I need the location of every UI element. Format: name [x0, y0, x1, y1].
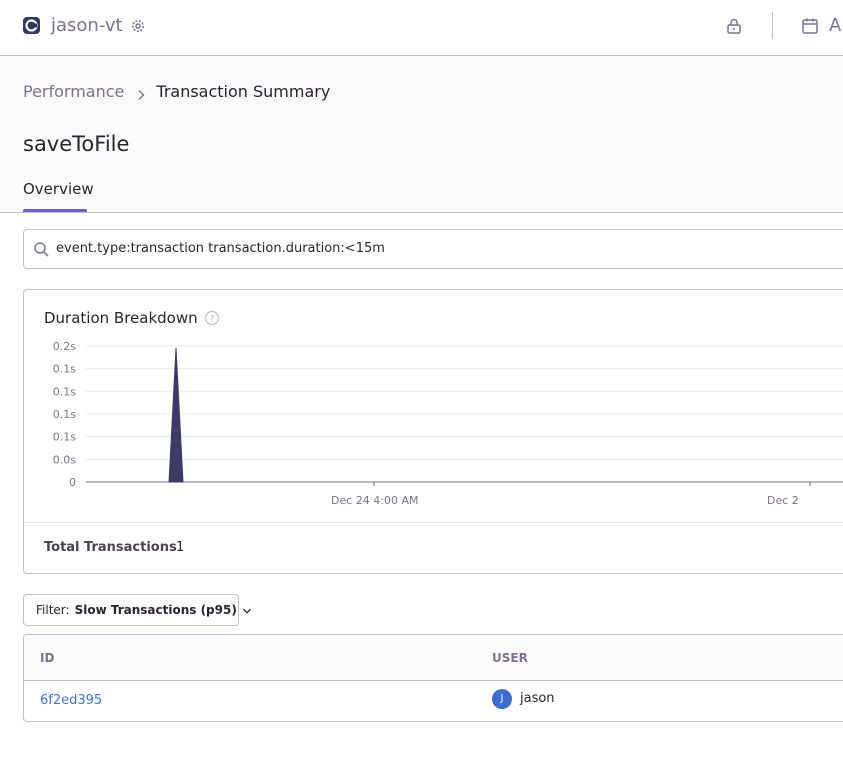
search-input[interactable]: event.type:transaction transaction.durat… — [23, 229, 843, 269]
x-axis-tick-label: Dec 24 4:00 AM — [331, 494, 419, 507]
total-transactions-value: 1 — [176, 540, 185, 555]
column-header-id[interactable]: ID — [40, 651, 54, 665]
page-title: saveToFile — [23, 132, 130, 156]
breadcrumb: Performance Transaction Summary — [23, 82, 330, 101]
panel-title: Duration Breakdown — [44, 309, 198, 327]
search-icon — [33, 241, 50, 258]
transactions-table: ID USER 6f2ed395 J jason — [23, 634, 843, 722]
gear-icon[interactable] — [130, 18, 146, 34]
filter-value: Slow Transactions (p95) — [74, 603, 237, 617]
chevron-right-icon — [136, 86, 146, 100]
breadcrumb-current: Transaction Summary — [156, 82, 331, 101]
x-axis-tick-label: Dec 2 — [767, 494, 799, 507]
series-area — [168, 347, 184, 483]
column-header-user[interactable]: USER — [492, 651, 528, 665]
date-range-label[interactable]: A — [829, 15, 841, 36]
table-header: ID USER — [24, 635, 843, 681]
lock-icon[interactable] — [725, 17, 743, 35]
org-name[interactable]: jason-vt — [51, 15, 123, 36]
duration-chart: 0.2s 0.1s 0.1s 0.1s 0.1s 0.0s 0 Dec 24 4:00 AM D… — [53, 340, 843, 507]
y-axis-tick-label: 0.1s — [53, 431, 76, 444]
breadcrumb-performance-link[interactable]: Performance — [23, 82, 124, 101]
y-axis-tick-label: 0.1s — [53, 363, 76, 376]
y-axis-tick-label: 0.0s — [53, 453, 76, 466]
topbar-divider — [772, 12, 773, 39]
top-bar: jason-vt A — [0, 0, 843, 56]
y-axis-tick-label: 0.1s — [53, 385, 76, 398]
y-axis-tick-label: 0.2s — [53, 340, 76, 353]
avatar: J — [492, 689, 512, 709]
tab-overview[interactable]: Overview — [23, 180, 94, 198]
user-name: jason — [520, 691, 555, 706]
calendar-icon[interactable] — [801, 17, 819, 35]
filter-dropdown[interactable]: Filter: Slow Transactions (p95) — [23, 594, 251, 626]
y-axis-tick-label: 0.1s — [53, 408, 76, 421]
search-query[interactable]: event.type:transaction transaction.durat… — [56, 241, 385, 256]
panel-footer-divider — [24, 522, 843, 523]
svg-text:?: ? — [210, 315, 215, 325]
filter-prefix: Filter: — [36, 603, 70, 617]
chevron-down-icon — [242, 605, 252, 615]
total-transactions-label: Total Transactions — [44, 540, 177, 555]
org-logo-icon[interactable] — [23, 17, 40, 34]
help-icon[interactable]: ? — [204, 310, 220, 326]
y-axis-tick-label: 0 — [69, 476, 76, 489]
transaction-id-link[interactable]: 6f2ed395 — [40, 693, 102, 708]
duration-breakdown-panel: Duration Breakdown ? 0.2s 0.1s 0.1s 0.1s 0.1… — [23, 289, 843, 574]
